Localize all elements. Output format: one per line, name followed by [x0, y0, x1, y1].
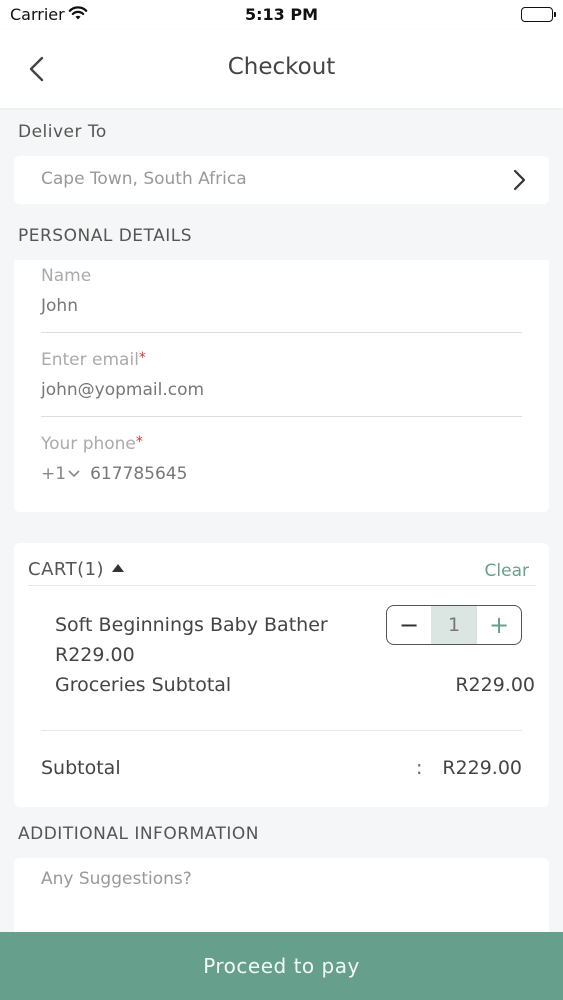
subtotal-value: R229.00 — [442, 757, 522, 779]
name-label: Name — [41, 266, 92, 286]
required-mark: * — [135, 434, 143, 450]
subtotal-label: Subtotal — [41, 757, 121, 779]
phone-label: Your phone* — [41, 434, 522, 454]
deliver-section-label: Deliver To — [18, 122, 107, 142]
name-field[interactable]: Name John — [41, 266, 522, 333]
cart-toggle[interactable]: CART(1) — [28, 559, 125, 580]
personal-details-card: Name John Enter email* john@yopmail.com … — [14, 260, 549, 512]
delivery-location-value: Cape Town, South Africa — [41, 169, 247, 189]
cart-header-label: CART(1) — [28, 559, 105, 580]
clear-cart-button[interactable]: Clear — [485, 561, 529, 581]
subtotal-separator: : — [416, 757, 423, 779]
phone-input[interactable]: 617785645 — [90, 464, 187, 484]
email-label: Enter email* — [41, 350, 522, 370]
cart-card: CART(1) Clear Soft Beginnings Baby Bathe… — [14, 543, 549, 807]
phone-label-text: Your phone — [41, 434, 136, 454]
quantity-stepper[interactable]: − 1 + — [386, 605, 522, 645]
divider — [28, 585, 535, 586]
quantity-value: 1 — [431, 606, 477, 644]
email-field[interactable]: Enter email* john@yopmail.com — [41, 350, 522, 417]
chevron-right-icon — [511, 168, 527, 192]
additional-info-label: ADDITIONAL INFORMATION — [18, 824, 259, 844]
groceries-subtotal-label: Groceries Subtotal — [55, 674, 232, 696]
groceries-subtotal-value: R229.00 — [455, 674, 535, 696]
increase-quantity-button[interactable]: + — [477, 606, 521, 644]
page-title: Checkout — [227, 54, 336, 80]
cart-item-price: R229.00 — [55, 644, 135, 666]
divider — [41, 416, 522, 417]
battery-icon — [521, 7, 556, 22]
proceed-to-pay-button[interactable]: Proceed to pay — [0, 932, 563, 1000]
divider — [41, 730, 522, 731]
clock: 5:13 PM — [244, 5, 318, 24]
phone-row: +1 617785645 — [41, 464, 522, 484]
status-bar: Carrier 5:13 PM — [0, 0, 563, 30]
suggestions-placeholder: Any Suggestions? — [41, 869, 192, 889]
required-mark: * — [138, 350, 146, 366]
personal-details-label: PERSONAL DETAILS — [18, 226, 192, 246]
phone-field[interactable]: Your phone* +1 617785645 — [41, 434, 522, 484]
email-label-text: Enter email — [41, 350, 139, 370]
divider — [41, 332, 522, 333]
cart-item-name: Soft Beginnings Baby Bather — [55, 614, 328, 636]
delivery-location-selector[interactable]: Cape Town, South Africa — [14, 156, 549, 204]
country-code-selector[interactable]: +1 — [41, 464, 80, 484]
name-input[interactable]: John — [41, 296, 522, 316]
email-input[interactable]: john@yopmail.com — [41, 380, 522, 400]
navigation-bar: Checkout — [0, 30, 563, 108]
country-code: +1 — [41, 464, 67, 484]
caret-up-icon — [112, 564, 125, 572]
decrease-quantity-button[interactable]: − — [387, 606, 431, 644]
chevron-down-icon — [68, 470, 80, 478]
